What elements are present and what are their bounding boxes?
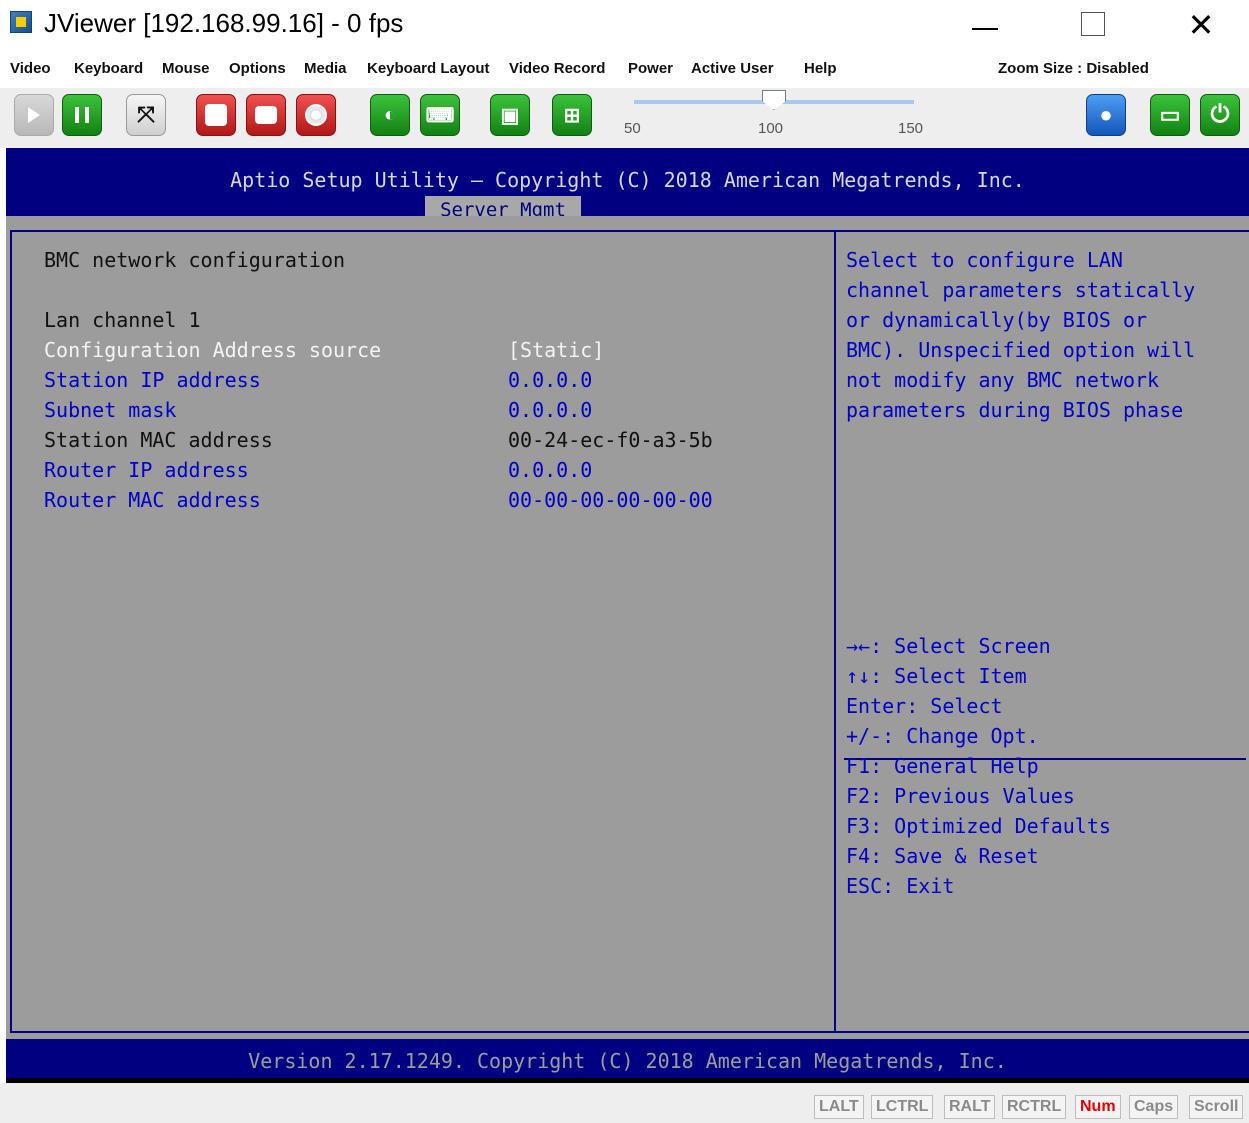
hotkeys-icon: ⊞: [563, 104, 581, 127]
video-record-icon: ▣: [500, 104, 520, 127]
num-lock-indicator[interactable]: Num: [1075, 1095, 1121, 1119]
power-button[interactable]: ⏻: [1200, 94, 1240, 136]
key-help-line: +/-: Change Opt.: [846, 724, 1039, 748]
fullscreen-button[interactable]: ⤧: [126, 94, 166, 136]
slider-tick-label: 100: [758, 120, 784, 137]
help-text-line: BMC). Unspecified option will: [846, 338, 1196, 362]
keyboard-icon: ⌨: [425, 104, 455, 127]
help-text-line: channel parameters statically: [846, 278, 1196, 302]
play-icon: [15, 95, 53, 135]
key-help-line: →←: Select Screen: [846, 634, 1051, 658]
power-icon: ⏻: [1210, 101, 1230, 128]
ralt-indicator[interactable]: RALT: [944, 1095, 996, 1119]
lalt-indicator[interactable]: LALT: [814, 1095, 864, 1119]
scroll-lock-indicator[interactable]: Scroll: [1189, 1095, 1244, 1119]
menu-help[interactable]: Help: [804, 60, 854, 77]
key-help-line: ESC: Exit: [846, 874, 955, 898]
key-help-line: F4: Save & Reset: [846, 844, 1039, 868]
menu-active-user[interactable]: Active User: [691, 60, 797, 77]
play-button[interactable]: [14, 94, 54, 136]
setting-value-station-ip[interactable]: 0.0.0.0: [508, 368, 592, 392]
drive-icon: [197, 95, 235, 135]
rctrl-indicator[interactable]: RCTRL: [1002, 1095, 1067, 1119]
menu-power[interactable]: Power: [628, 60, 685, 77]
zoom-size-label: Zoom Size : Disabled: [998, 60, 1149, 77]
slider-tick-label: 50: [624, 120, 641, 137]
help-text-line: not modify any BMC network: [846, 368, 1160, 392]
section-title: BMC network configuration: [44, 248, 346, 272]
setting-label-station-mac: Station MAC address: [44, 428, 273, 452]
help-text-line: or dynamically(by BIOS or: [846, 308, 1148, 332]
toolbar: ⤧ ◐ ⌨ ▣ ⊞ ● ▭ ⏻: [0, 88, 1249, 148]
key-help-line: Enter: Select: [846, 694, 1003, 718]
setting-label-router-mac[interactable]: Router MAC address: [44, 488, 261, 512]
window-title: JViewer [192.168.99.16] - 0 fps: [44, 8, 404, 38]
lan-channel-label: Lan channel 1: [44, 308, 201, 332]
close-button[interactable]: ✕: [1165, 0, 1237, 52]
key-help-line: F1: General Help: [846, 754, 1039, 778]
hotkeys-button[interactable]: ⊞: [552, 94, 592, 136]
key-help-line: ↑↓: Select Item: [846, 664, 1027, 688]
setting-label-router-ip[interactable]: Router IP address: [44, 458, 249, 482]
setting-label-subnet-mask[interactable]: Subnet mask: [44, 398, 176, 422]
floppy-redirect-button[interactable]: [196, 94, 236, 136]
bios-body: BMC network configuration Lan channel 1 …: [6, 216, 1249, 1039]
setting-value-station-mac: 00-24-ec-f0-a3-5b: [508, 428, 713, 452]
lctrl-indicator[interactable]: LCTRL: [871, 1095, 934, 1119]
menu-keyboard-layout[interactable]: Keyboard Layout: [367, 60, 501, 77]
monitor-icon: ▭: [1159, 102, 1181, 127]
mouse-icon: ◐: [383, 103, 397, 126]
setting-label-station-ip[interactable]: Station IP address: [44, 368, 261, 392]
menu-mouse[interactable]: Mouse: [162, 60, 222, 77]
bios-version-text: Version 2.17.1249. Copyright (C) 2018 Am…: [248, 1049, 1007, 1073]
key-help-line: F3: Optimized Defaults: [846, 814, 1111, 838]
menu-video[interactable]: Video: [10, 60, 66, 77]
pause-icon: [63, 95, 101, 135]
menu-keyboard[interactable]: Keyboard: [74, 60, 157, 77]
fullscreen-icon: ⤧: [137, 102, 155, 127]
host-display-button[interactable]: ▭: [1150, 94, 1190, 136]
setting-value-subnet-mask[interactable]: 0.0.0.0: [508, 398, 592, 422]
hard-disk-redirect-button[interactable]: [246, 94, 286, 136]
slider-tick-label: 150: [898, 120, 924, 137]
setting-value-router-mac[interactable]: 00-00-00-00-00-00: [508, 488, 713, 512]
bios-title: Aptio Setup Utility – Copyright (C) 2018…: [230, 168, 1025, 192]
cd-icon: [297, 95, 335, 135]
bios-footer: Version 2.17.1249. Copyright (C) 2018 Am…: [6, 1039, 1249, 1083]
key-help-line: F2: Previous Values: [846, 784, 1075, 808]
status-bar: LALT LCTRL RALT RCTRL Num Caps Scroll: [0, 1083, 1249, 1123]
setting-value-address-source[interactable]: [Static]: [508, 338, 604, 362]
setting-value-router-ip[interactable]: 0.0.0.0: [508, 458, 592, 482]
setting-label-address-source[interactable]: Configuration Address source: [44, 338, 381, 362]
pause-button[interactable]: [62, 94, 102, 136]
mouse-button[interactable]: ◐: [370, 94, 410, 136]
caps-lock-indicator[interactable]: Caps: [1129, 1095, 1179, 1119]
help-text-line: parameters during BIOS phase: [846, 398, 1184, 422]
video-record-button[interactable]: ▣: [490, 94, 530, 136]
bios-header: Aptio Setup Utility – Copyright (C) 2018…: [6, 156, 1249, 224]
jviewer-app-icon: [10, 11, 32, 33]
minimize-button[interactable]: [950, 0, 1022, 52]
menu-options[interactable]: Options: [229, 60, 297, 77]
user-icon: ●: [1099, 102, 1113, 127]
save-disk-icon: [247, 95, 285, 135]
active-user-button[interactable]: ●: [1086, 94, 1126, 136]
keyboard-button[interactable]: ⌨: [420, 94, 460, 136]
maximize-button[interactable]: [1055, 0, 1127, 52]
cdrom-redirect-button[interactable]: [296, 94, 336, 136]
menu-video-record[interactable]: Video Record: [509, 60, 621, 77]
menu-bar: Video Keyboard Mouse Options Media Keybo…: [0, 56, 1249, 84]
help-text-line: Select to configure LAN: [846, 248, 1123, 272]
remote-console-screen[interactable]: Aptio Setup Utility – Copyright (C) 2018…: [6, 148, 1249, 1083]
title-bar: JViewer [192.168.99.16] - 0 fps ✕: [0, 0, 1249, 52]
menu-media[interactable]: Media: [304, 60, 362, 77]
